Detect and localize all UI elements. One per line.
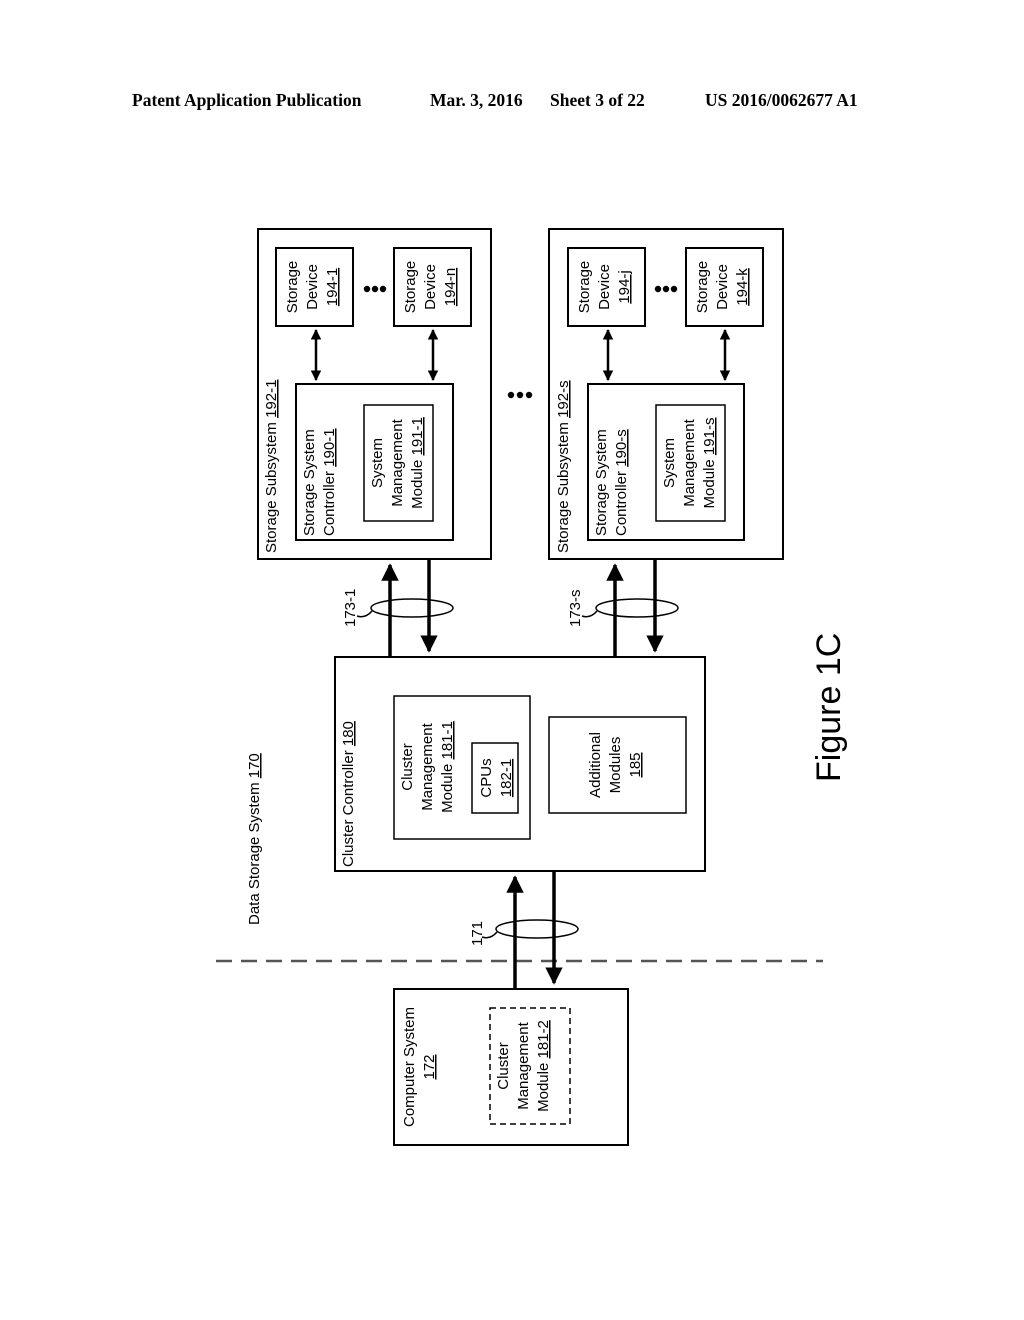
module-191-1-line1: System: [369, 438, 386, 488]
ellipsis-dot: [670, 285, 678, 293]
storage-device-194-j-line2: Device: [596, 264, 613, 310]
storage-device-194-1-line1: Storage: [284, 261, 301, 314]
link-173-s-leader: [581, 610, 598, 618]
storage-subsystem-1-label: Storage Subsystem 192-1: [263, 380, 280, 553]
link-171-label: 171: [469, 921, 486, 946]
cpus-182-1-ref: 182-1: [498, 759, 515, 797]
controller-190-1-line1: Storage System: [301, 429, 318, 536]
link-171-bundle: [495, 919, 579, 939]
computer-system-ref: 172: [421, 1054, 438, 1079]
diagram: Data Storage System 170 Storage Subsyste…: [216, 228, 848, 1146]
computer-system-line1: Computer System: [401, 1007, 418, 1127]
ellipsis-dot: [654, 285, 662, 293]
additional-modules-line1: Additional: [587, 732, 604, 798]
additional-modules-line2: Modules: [607, 737, 624, 794]
module-191-s-line2: Management: [681, 418, 698, 506]
module-191-s-line3: Module 191-s: [701, 418, 718, 509]
storage-device-194-j-ref: 194-j: [616, 270, 633, 303]
figure-label: Figure 1C: [810, 633, 848, 782]
ellipsis-dot: [507, 391, 515, 399]
link-173-1-label: 173-1: [342, 589, 359, 627]
ellipsis-dot: [363, 285, 371, 293]
cmm-181-2-line2: Management: [515, 1021, 532, 1109]
storage-device-194-k-line2: Device: [714, 264, 731, 310]
link-173-1-leader: [356, 610, 373, 618]
cmm-181-2-line1: Cluster: [495, 1042, 512, 1090]
module-191-1-line3: Module 191-1: [409, 417, 426, 509]
controller-190-1-line2: Controller 190-1: [321, 428, 338, 536]
ellipsis-dot: [525, 391, 533, 399]
storage-device-194-n-line1: Storage: [402, 261, 419, 314]
additional-modules-ref: 185: [627, 752, 644, 777]
cmm-181-2-line3: Module 181-2: [535, 1020, 552, 1112]
module-191-s-line1: System: [661, 438, 678, 488]
storage-device-194-1-ref: 194-1: [324, 268, 341, 306]
storage-device-194-k-ref: 194-k: [734, 268, 751, 306]
ellipsis-dot: [371, 285, 379, 293]
link-173-s-label: 173-s: [567, 589, 584, 627]
cmm-181-1-line1: Cluster: [399, 743, 416, 791]
ellipsis-dot: [379, 285, 387, 293]
storage-device-194-n-ref: 194-n: [442, 268, 459, 306]
link-173-s-bundle: [595, 598, 679, 618]
storage-subsystem-s-label: Storage Subsystem 192-s: [555, 380, 572, 553]
link-173-1-bundle: [370, 598, 454, 618]
storage-device-194-k-line1: Storage: [694, 261, 711, 314]
storage-device-194-n-line2: Device: [422, 264, 439, 310]
cluster-controller-label: Cluster Controller 180: [340, 721, 357, 867]
storage-device-194-j-line1: Storage: [576, 261, 593, 314]
cpus-182-1-line1: CPUs: [478, 758, 495, 797]
controller-190-s-line2: Controller 190-s: [613, 429, 630, 536]
module-191-1-line2: Management: [389, 418, 406, 506]
cluster-controller: Cluster Controller 180 Cluster Managemen…: [334, 656, 706, 872]
computer-system: Computer System 172 Cluster Management M…: [393, 988, 629, 1146]
storage-subsystem-s: Storage Subsystem 192-s Storage Device 1…: [548, 228, 784, 560]
data-storage-system-label: Data Storage System 170: [246, 753, 263, 925]
controller-190-s-line1: Storage System: [593, 429, 610, 536]
ellipsis-dot: [516, 391, 524, 399]
storage-subsystem-1: Storage Subsystem 192-1 Storage Device 1…: [257, 228, 492, 560]
ellipsis-dot: [662, 285, 670, 293]
cmm-181-1-line3: Module 181-1: [439, 721, 456, 813]
storage-device-194-1-line2: Device: [304, 264, 321, 310]
cmm-181-1-line2: Management: [419, 722, 436, 810]
